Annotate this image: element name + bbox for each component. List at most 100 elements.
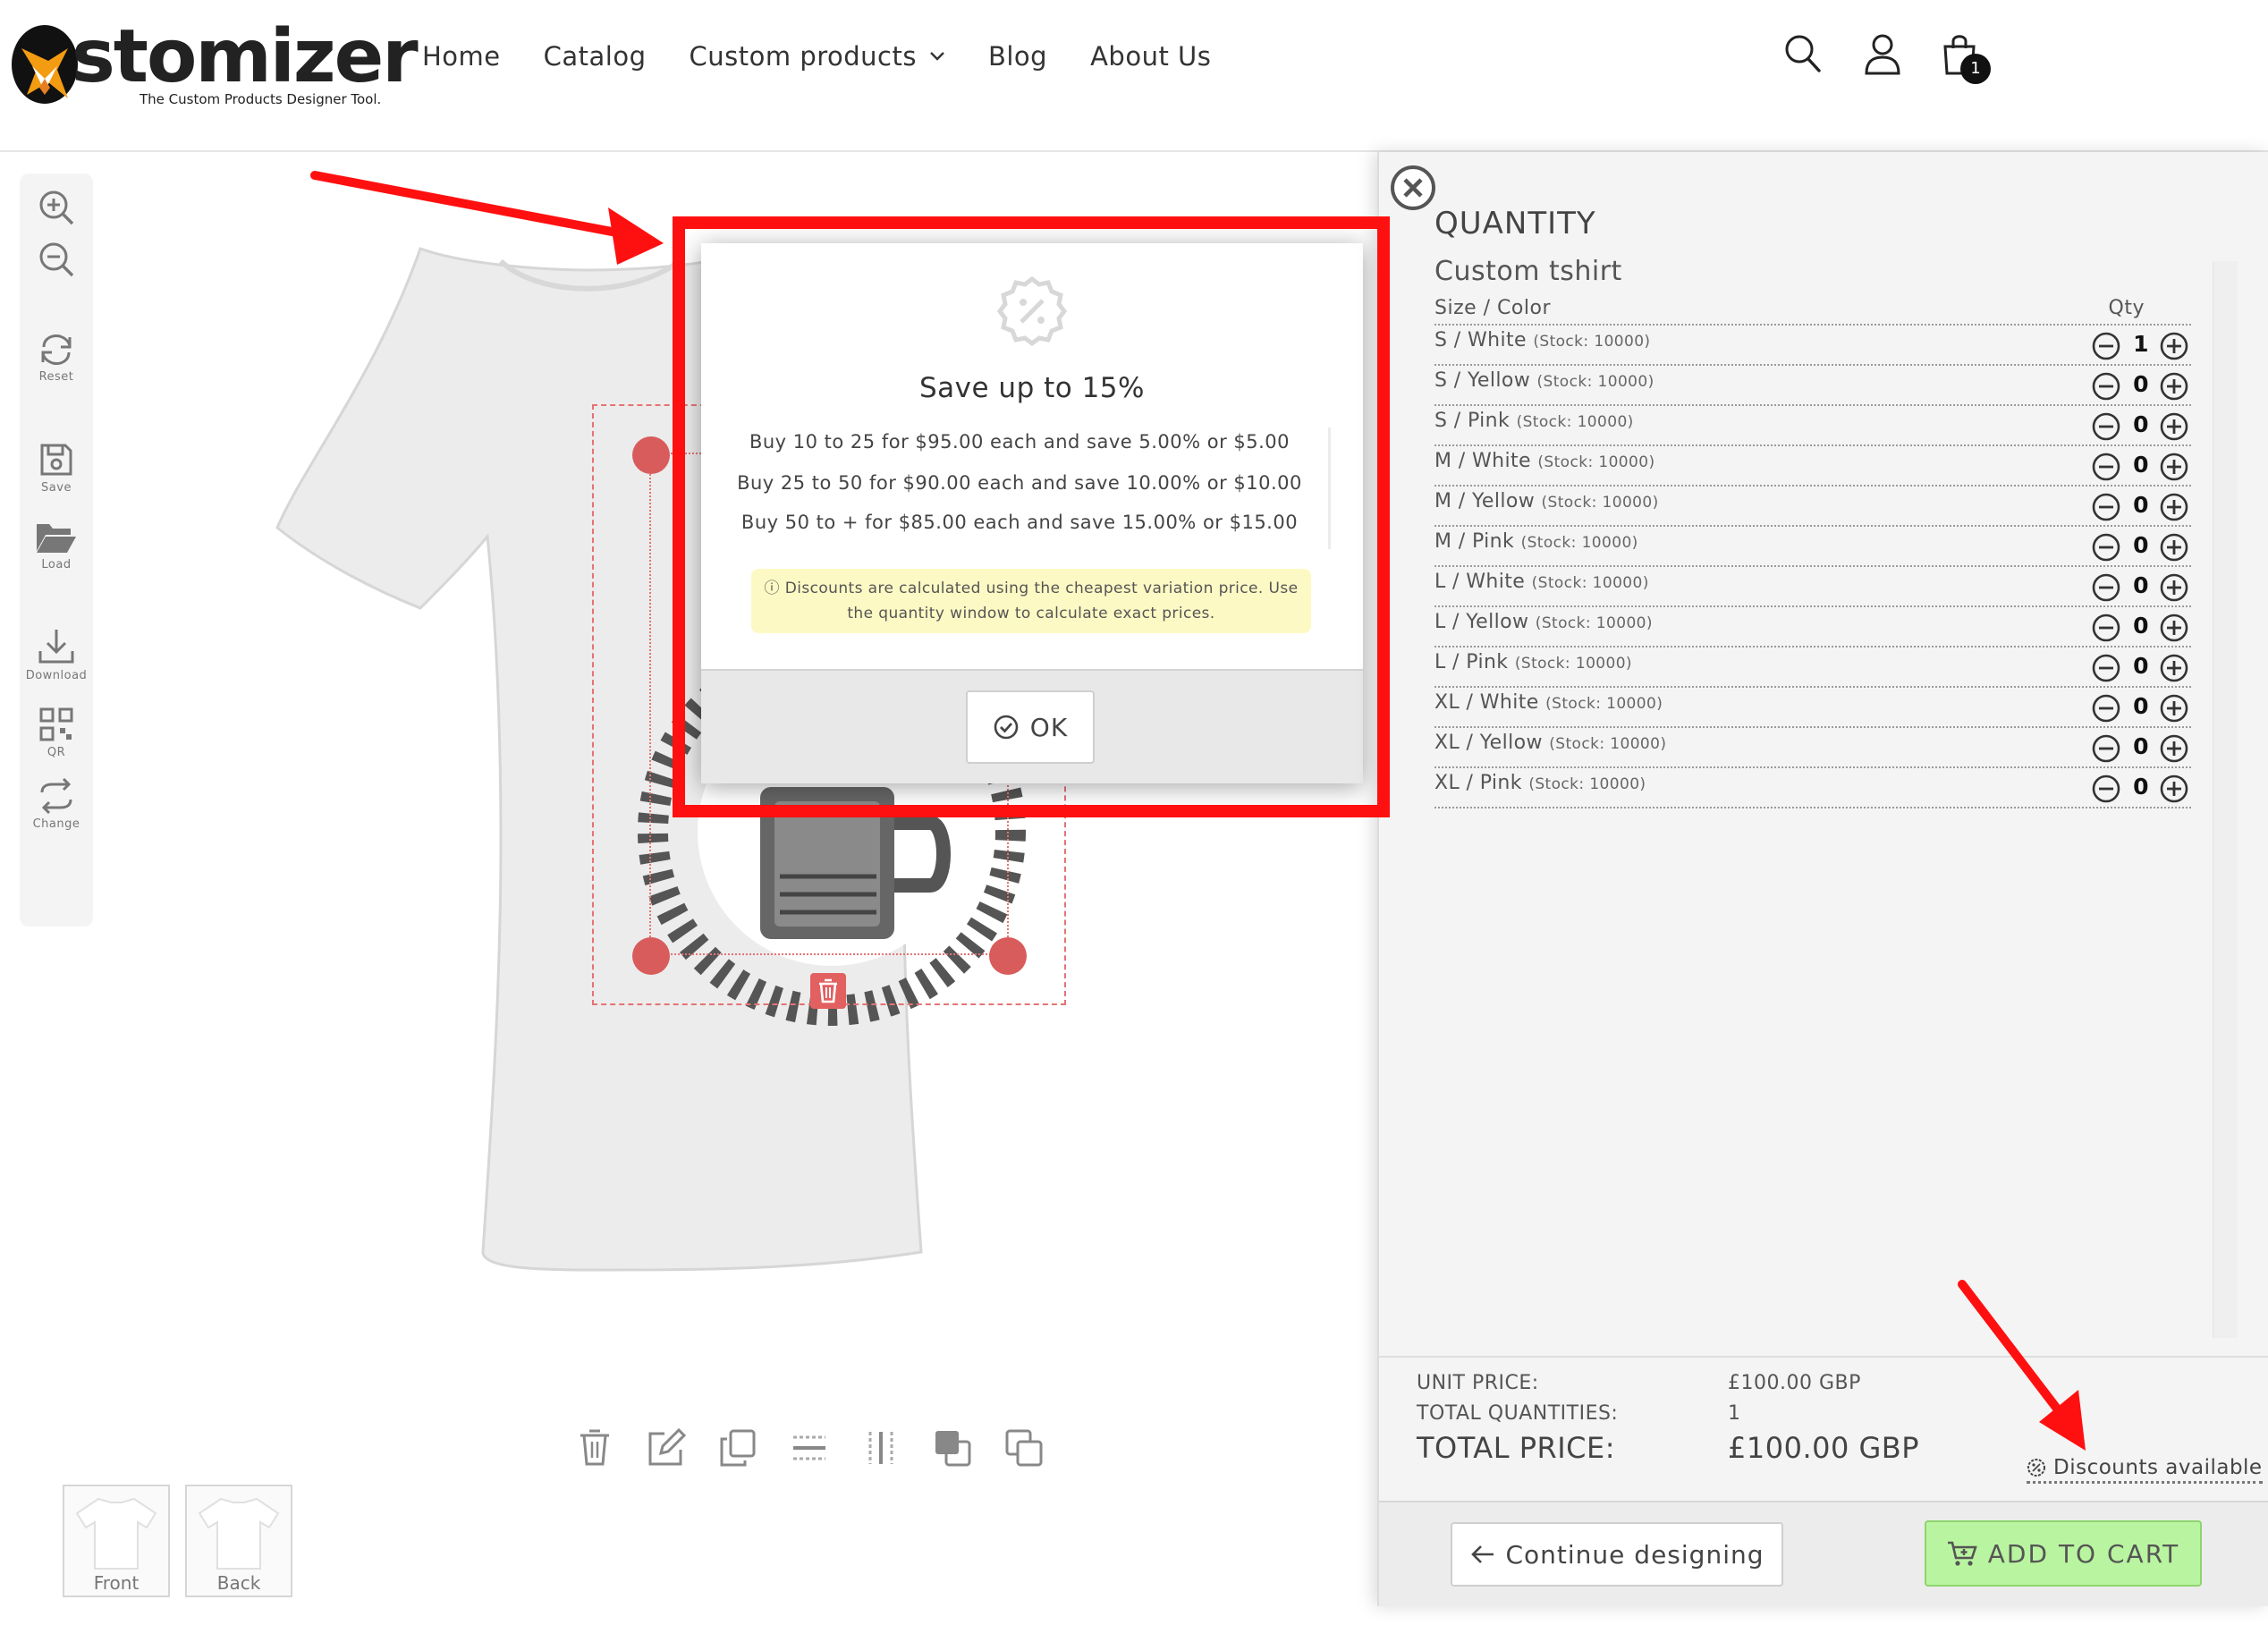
download-label: Download: [25, 669, 88, 682]
variation-option: XL / Yellow (Stock: 10000): [1434, 732, 1666, 754]
plus-circle-icon[interactable]: [2159, 452, 2189, 482]
discounts-available-link[interactable]: Discounts available: [2027, 1456, 2263, 1484]
minus-circle-icon[interactable]: [2091, 613, 2121, 643]
variation-option: L / Yellow (Stock: 10000): [1434, 611, 1653, 633]
nav-blog[interactable]: Blog: [988, 41, 1047, 72]
quantity-value[interactable]: 0: [2125, 371, 2157, 397]
quantity-stepper: 0: [2091, 693, 2191, 724]
center-vertical-tool[interactable]: [859, 1426, 903, 1470]
plus-circle-icon[interactable]: [2159, 693, 2189, 724]
minus-circle-icon[interactable]: [2091, 411, 2121, 442]
minus-circle-icon[interactable]: [2091, 532, 2121, 563]
total-quantities-label: TOTAL QUANTITIES:: [1417, 1402, 1619, 1425]
plus-circle-icon[interactable]: [2159, 774, 2189, 804]
col-header-qty: Qty: [2108, 297, 2145, 319]
resize-handle-bottom-left[interactable]: [632, 937, 670, 975]
total-price-label: TOTAL PRICE:: [1417, 1431, 1615, 1465]
send-backward-tool[interactable]: [1002, 1426, 1046, 1470]
plus-circle-icon[interactable]: [2159, 371, 2189, 402]
quantity-value[interactable]: 0: [2125, 733, 2157, 759]
save-icon: [40, 444, 72, 476]
variation-label: S / Yellow: [1434, 369, 1531, 392]
shopping-cart-icon: [1947, 1541, 1977, 1566]
plus-circle-icon[interactable]: [2159, 411, 2189, 442]
minus-circle-icon[interactable]: [2091, 774, 2121, 804]
minus-circle-icon[interactable]: [2091, 371, 2121, 402]
minus-circle-icon[interactable]: [2091, 331, 2121, 361]
quantity-value[interactable]: 0: [2125, 532, 2157, 558]
nav-custom-products[interactable]: Custom products: [690, 41, 945, 72]
change-tool[interactable]: Change: [20, 778, 93, 831]
variation-label: S / Pink: [1434, 410, 1511, 432]
qty-table-header: Size / Color Qty: [1434, 297, 2191, 324]
qr-tool[interactable]: QR: [20, 707, 93, 759]
quantity-value[interactable]: 0: [2125, 452, 2157, 478]
plus-circle-icon[interactable]: [2159, 733, 2189, 764]
variation-option: XL / Pink (Stock: 10000): [1434, 772, 1646, 794]
quantity-value[interactable]: 0: [2125, 693, 2157, 719]
plus-circle-icon[interactable]: [2159, 492, 2189, 522]
align-vertical-icon: [868, 1432, 893, 1464]
site-header: stomizer The Custom Products Designer To…: [0, 0, 2268, 152]
download-tool[interactable]: Download: [20, 628, 93, 682]
add-to-cart-button[interactable]: ADD TO CART: [1925, 1520, 2202, 1587]
quantity-value[interactable]: 0: [2125, 774, 2157, 800]
minus-circle-icon[interactable]: [2091, 572, 2121, 603]
nav-home[interactable]: Home: [422, 41, 501, 72]
view-thumbnail-front[interactable]: Front: [63, 1485, 170, 1597]
qty-row: S / Pink (Stock: 10000) 0: [1434, 404, 2191, 444]
plus-circle-icon[interactable]: [2159, 613, 2189, 643]
resize-handle-bottom-right[interactable]: [989, 937, 1027, 975]
continue-designing-button[interactable]: Continue designing: [1451, 1522, 1783, 1587]
view-thumbnail-back[interactable]: Back: [185, 1485, 292, 1597]
variation-option: M / Yellow (Stock: 10000): [1434, 490, 1659, 512]
variation-stock: (Stock: 10000): [1514, 655, 1632, 673]
minus-circle-icon[interactable]: [2091, 653, 2121, 683]
quantity-value[interactable]: 0: [2125, 572, 2157, 598]
quantity-value[interactable]: 0: [2125, 492, 2157, 518]
resize-handle-top-left[interactable]: [632, 436, 670, 474]
reset-tool[interactable]: Reset: [20, 331, 93, 384]
plus-circle-icon[interactable]: [2159, 532, 2189, 563]
quantity-panel: QUANTITY Custom tshirt Size / Color Qty …: [1377, 152, 2268, 1606]
search-icon[interactable]: [1783, 32, 1823, 75]
minus-circle-icon[interactable]: [2091, 733, 2121, 764]
account-icon[interactable]: [1864, 32, 1901, 77]
panel-scrollbar[interactable]: [2213, 261, 2238, 1338]
close-icon[interactable]: [1388, 163, 1438, 213]
quantity-value[interactable]: 1: [2125, 331, 2157, 357]
load-tool[interactable]: Load: [20, 521, 93, 571]
minus-circle-icon[interactable]: [2091, 492, 2121, 522]
variation-option: S / Yellow (Stock: 10000): [1434, 369, 1654, 392]
plus-circle-icon[interactable]: [2159, 331, 2189, 361]
center-horizontal-tool[interactable]: [787, 1426, 832, 1470]
plus-circle-icon[interactable]: [2159, 653, 2189, 683]
minus-circle-icon[interactable]: [2091, 452, 2121, 482]
bring-forward-tool[interactable]: [930, 1426, 975, 1470]
zoom-in-tool[interactable]: [20, 188, 93, 227]
fox-logo-icon: [12, 25, 78, 104]
edit-tool[interactable]: [644, 1426, 689, 1470]
site-logo[interactable]: stomizer The Custom Products Designer To…: [9, 13, 419, 111]
quantity-stepper: 0: [2091, 653, 2191, 683]
nav-about-us[interactable]: About Us: [1090, 41, 1211, 72]
variation-stock: (Stock: 10000): [1536, 373, 1654, 391]
delete-tool[interactable]: [572, 1426, 617, 1470]
minus-circle-icon[interactable]: [2091, 693, 2121, 724]
quantity-value[interactable]: 0: [2125, 613, 2157, 639]
variation-label: XL / Pink: [1434, 772, 1522, 794]
quantity-value[interactable]: 0: [2125, 411, 2157, 437]
price-summary: UNIT PRICE: £100.00 GBP TOTAL QUANTITIES…: [1379, 1356, 2268, 1501]
annotation-highlight-frame: [673, 216, 1390, 817]
quantity-stepper: 0: [2091, 371, 2191, 402]
quantity-value[interactable]: 0: [2125, 653, 2157, 679]
plus-circle-icon[interactable]: [2159, 572, 2189, 603]
delete-element-handle[interactable]: [810, 973, 846, 1009]
variation-stock: (Stock: 10000): [1528, 775, 1646, 793]
zoom-out-tool[interactable]: [20, 240, 93, 279]
qty-row: M / White (Stock: 10000) 0: [1434, 444, 2191, 485]
duplicate-tool[interactable]: [715, 1426, 760, 1470]
save-tool[interactable]: Save: [20, 442, 93, 495]
reset-icon: [41, 334, 72, 365]
nav-catalog[interactable]: Catalog: [544, 41, 647, 72]
